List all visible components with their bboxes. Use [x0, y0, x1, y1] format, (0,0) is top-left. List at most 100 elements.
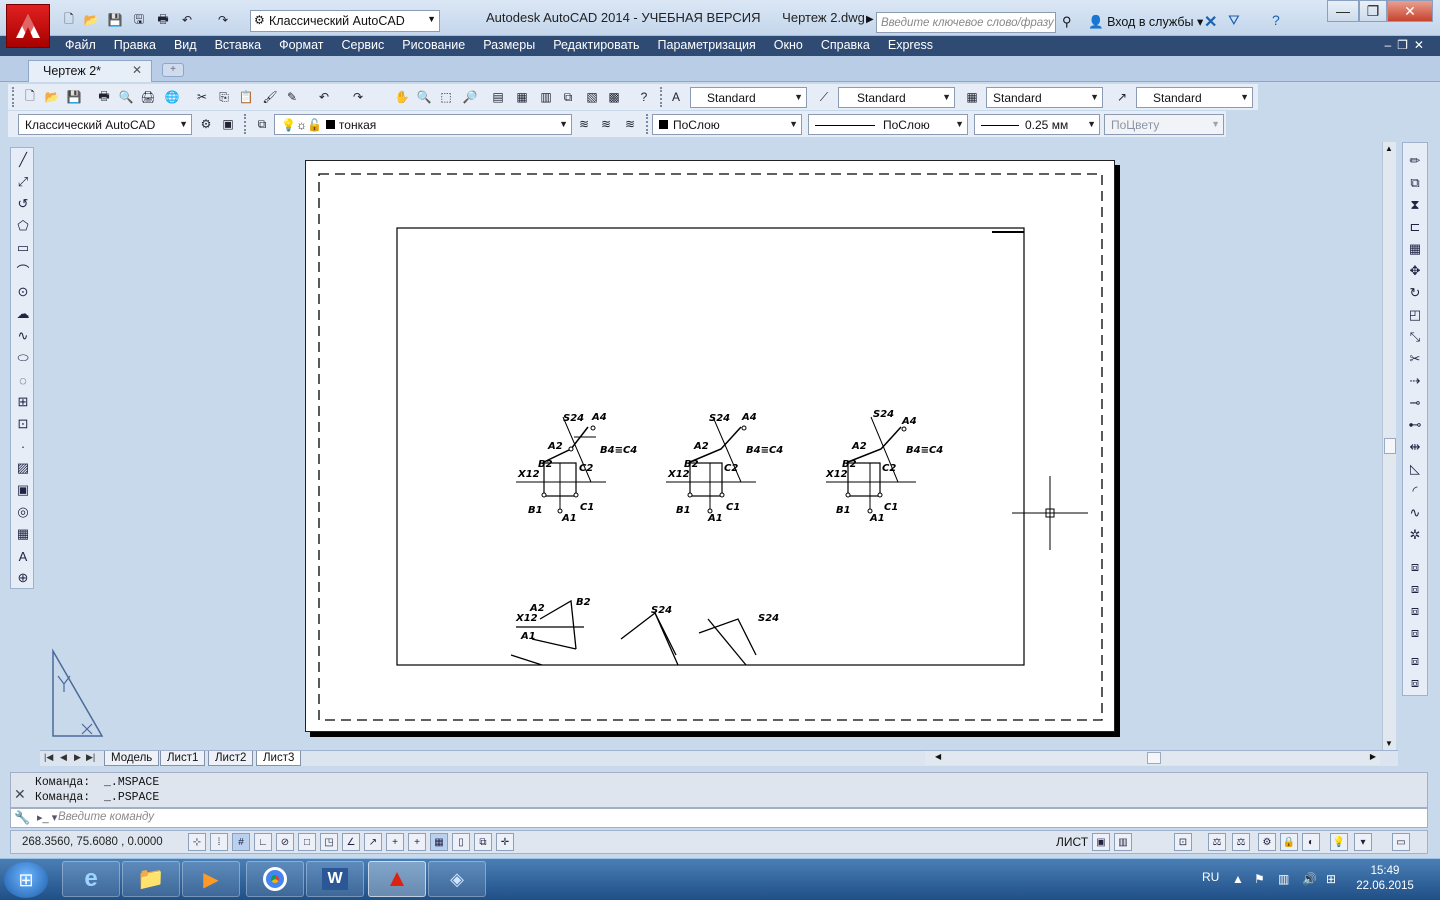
text-style-icon[interactable]: A — [666, 87, 686, 107]
sign-in-button[interactable]: 👤 Вход в службы ▾ — [1088, 14, 1203, 30]
maximize-button[interactable]: ❐ — [1359, 0, 1387, 22]
break-point-icon[interactable]: ⊸ — [1405, 393, 1425, 413]
hardware-accel-icon[interactable]: ◐ — [1302, 833, 1320, 851]
circle-icon[interactable]: ⊙ — [13, 282, 33, 302]
qopen-icon[interactable]: 📂 — [82, 11, 100, 29]
construction-line-icon[interactable]: ⤢ — [13, 172, 33, 192]
scroll-left-icon[interactable]: ◀ — [935, 752, 941, 761]
arc-icon[interactable]: ⌒ — [13, 260, 33, 280]
search-input[interactable]: Введите ключевое слово/фразу — [876, 12, 1056, 33]
search-expand-icon[interactable]: ▶ — [866, 14, 874, 25]
workspace-select[interactable]: Классический AutoCAD ▼ — [250, 10, 440, 32]
network-icon[interactable]: ▥ — [1278, 872, 1289, 886]
insert-block-icon[interactable]: ⊞ — [13, 392, 33, 412]
help-icon[interactable]: ? — [634, 87, 654, 107]
workspaces-select[interactable]: Классический AutoCAD ▼ — [18, 114, 192, 135]
menu-insert[interactable]: Вставка — [206, 37, 270, 55]
qsaveas-icon[interactable]: 🖫 — [130, 11, 148, 29]
tray-expand-icon[interactable]: ▲ — [1232, 872, 1244, 886]
chamfer-icon[interactable]: ◺ — [1405, 459, 1425, 479]
taskbar-viewer[interactable]: ◈ — [428, 861, 486, 897]
draw-order-front-icon[interactable]: ⧈ — [1405, 557, 1425, 577]
qnew-icon[interactable]: 🗋 — [60, 11, 78, 29]
qredo-icon[interactable]: ↷ — [214, 11, 232, 29]
selection-cycling-icon[interactable]: ⧉ — [474, 833, 492, 851]
mirror-icon[interactable]: ⧗ — [1405, 195, 1425, 215]
make-block-icon[interactable]: ⊡ — [13, 414, 33, 434]
tab-sheet1[interactable]: Лист1 — [160, 751, 206, 766]
hatch-back-icon[interactable]: ⧈ — [1405, 673, 1425, 693]
layer-select[interactable]: 💡☼🔓 тонкая ▼ — [274, 114, 572, 135]
erase-icon[interactable]: ✏ — [1405, 151, 1425, 171]
lineweight-select[interactable]: 0.25 мм ▼ — [974, 114, 1100, 135]
horizontal-scrollbar[interactable]: ◀ ▶ — [925, 751, 1380, 765]
linetype-select[interactable]: ПоСлою ▼ — [808, 114, 968, 135]
wrench-icon[interactable]: 🔧 — [14, 810, 30, 826]
ellipse-icon[interactable]: ⬭ — [13, 348, 33, 368]
minimize-button[interactable]: — — [1327, 0, 1359, 22]
sheet-set-icon[interactable]: ⧉ — [558, 87, 578, 107]
zoom-window-icon[interactable]: ⬚ — [436, 87, 456, 107]
snap-mode-icon[interactable]: ⁞ — [210, 833, 228, 851]
dim-style-select[interactable]: Standard ▼ — [838, 87, 955, 108]
toolbar-lock-icon[interactable]: 🔒 — [1280, 833, 1298, 851]
break-icon[interactable]: ⊷ — [1405, 415, 1425, 435]
hatch-icon[interactable]: ▨ — [13, 458, 33, 478]
menu-file[interactable]: Файл — [56, 37, 105, 55]
open-icon[interactable]: 📂 — [42, 87, 62, 107]
otrack-icon[interactable]: ∠ — [342, 833, 360, 851]
cut-icon[interactable]: ✂ — [192, 87, 212, 107]
prev-tab-icon[interactable]: ◀ — [60, 752, 67, 763]
menu-edit[interactable]: Правка — [105, 37, 165, 55]
isolate-objects-icon[interactable]: 💡 — [1330, 833, 1348, 851]
table-icon[interactable]: ▦ — [13, 524, 33, 544]
preview-icon[interactable]: 🔍 — [116, 87, 136, 107]
blend-icon[interactable]: ∿ — [1405, 503, 1425, 523]
copy-object-icon[interactable]: ⧉ — [1405, 173, 1425, 193]
layer-properties-icon[interactable]: ⧉ — [252, 114, 272, 134]
undo-icon[interactable]: ↶ — [314, 87, 334, 107]
scroll-down-icon[interactable]: ▼ — [1385, 739, 1393, 748]
new-tab-button[interactable]: + — [162, 63, 184, 77]
qundo-icon[interactable]: ↶ — [178, 11, 196, 29]
maximize-viewport-icon[interactable]: ⊡ — [1174, 833, 1192, 851]
qsave-icon[interactable]: 💾 — [106, 11, 124, 29]
scroll-up-icon[interactable]: ▲ — [1385, 144, 1393, 153]
publish-icon[interactable]: 🖨 — [138, 87, 158, 107]
close-button[interactable]: ✕ — [1387, 0, 1433, 22]
rectangle-icon[interactable]: ▭ — [13, 238, 33, 258]
plot-icon[interactable]: 🖶 — [94, 87, 114, 107]
menu-window[interactable]: Окно — [765, 37, 812, 55]
rotate-icon[interactable]: ↻ — [1405, 283, 1425, 303]
last-tab-icon[interactable]: ▶| — [86, 752, 95, 763]
lineweight-toggle-icon[interactable]: + — [408, 833, 426, 851]
grid-display-icon[interactable]: # — [232, 833, 250, 851]
menu-modify[interactable]: Редактировать — [544, 37, 648, 55]
scroll-thumb[interactable] — [1384, 438, 1396, 454]
3d-print-icon[interactable]: 🌐 — [162, 87, 182, 107]
layer-state-icon[interactable]: ≋ — [620, 114, 640, 134]
menu-dimension[interactable]: Размеры — [474, 37, 544, 55]
transparency-icon[interactable]: ▦ — [430, 833, 448, 851]
start-button[interactable]: ⊞ — [4, 862, 48, 898]
move-icon[interactable]: ✥ — [1405, 261, 1425, 281]
line-icon[interactable]: ╱ — [13, 150, 33, 170]
revision-cloud-icon[interactable]: ☁ — [13, 304, 33, 324]
first-tab-icon[interactable]: |◀ — [44, 752, 53, 763]
dynamic-input-icon[interactable]: + — [386, 833, 404, 851]
table-style-select[interactable]: Standard ▼ — [986, 87, 1103, 108]
polar-tracking-icon[interactable]: ⊘ — [276, 833, 294, 851]
copy-icon[interactable]: ⎘ — [214, 87, 234, 107]
make-current-layer-icon[interactable]: ≋ — [574, 114, 594, 134]
text-style-select[interactable]: Standard ▼ — [690, 87, 807, 108]
array-icon[interactable]: ▦ — [1405, 239, 1425, 259]
scale-icon[interactable]: ◰ — [1405, 305, 1425, 325]
application-menu-button[interactable] — [6, 4, 50, 48]
taskbar-word[interactable]: W — [306, 861, 364, 897]
pan-icon[interactable]: ✋ — [392, 87, 412, 107]
annotation-scale-icon[interactable]: ⚖ — [1208, 833, 1226, 851]
language-indicator[interactable]: RU — [1202, 870, 1219, 884]
spline-icon[interactable]: ∿ — [13, 326, 33, 346]
toolbar-grip[interactable] — [646, 114, 650, 134]
zoom-previous-icon[interactable]: 🔎 — [460, 87, 480, 107]
